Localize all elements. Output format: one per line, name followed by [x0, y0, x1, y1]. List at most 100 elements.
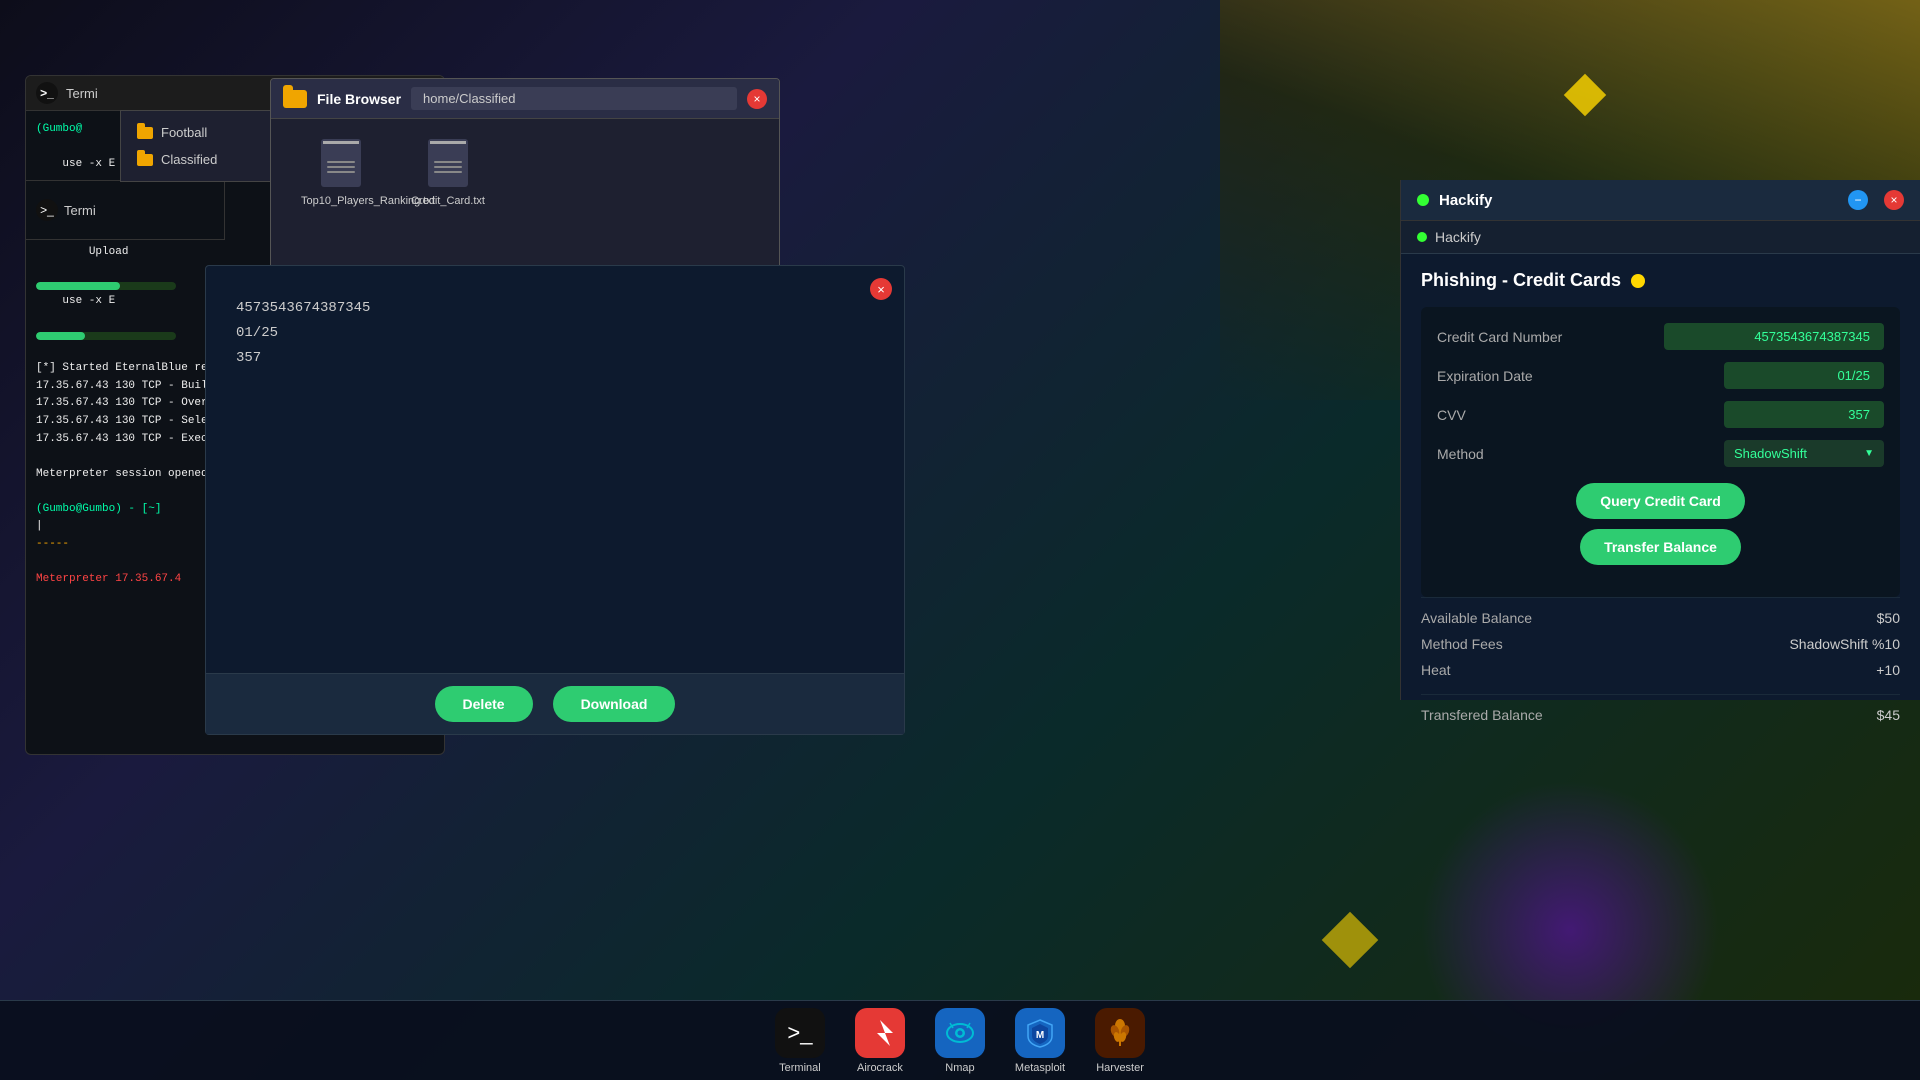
- terminal-icon: >_: [36, 82, 58, 104]
- hackify-nav-label: Hackify: [1435, 229, 1481, 245]
- meterpreter-label: Meterpreter 17.35.67.4: [36, 573, 181, 585]
- cc-method-label: Method: [1437, 446, 1484, 462]
- file-item-players[interactable]: Top10_Players_Ranking.txt: [301, 139, 381, 207]
- file-doc-icon: [321, 139, 361, 187]
- folder-icon: [137, 127, 153, 139]
- cc-action-buttons: Query Credit Card Transfer Balance: [1437, 483, 1884, 565]
- hackify-minimize-button[interactable]: −: [1848, 190, 1868, 210]
- transferred-value: $45: [1877, 707, 1900, 723]
- file-name-cc: Credit_Card.txt: [411, 195, 485, 207]
- folder-icon: [137, 154, 153, 166]
- nmap-icon-svg: [945, 1018, 975, 1048]
- file-doc-icon-cc: [428, 139, 468, 187]
- file-browser-window: File Browser home/Classified × Top10_Pla…: [270, 78, 780, 278]
- file-viewer-content: 4573543674387345 01/25 357: [206, 266, 904, 673]
- taskbar-airocrack[interactable]: Airocrack: [855, 1008, 905, 1074]
- taskbar-terminal[interactable]: >_ Terminal: [775, 1008, 825, 1074]
- transfer-balance-button[interactable]: Transfer Balance: [1580, 529, 1741, 565]
- airocrack-taskbar-icon: [855, 1008, 905, 1058]
- method-fees-value: ShadowShift %10: [1789, 636, 1900, 652]
- upload-bar-1: [36, 282, 176, 290]
- hackify-status-dot: [1417, 194, 1429, 206]
- hackify-close-button[interactable]: ×: [1884, 190, 1904, 210]
- available-balance-label: Available Balance: [1421, 610, 1532, 626]
- heat-row: Heat +10: [1421, 662, 1900, 678]
- file-browser-title: File Browser: [317, 91, 401, 107]
- diamond-icon-bottom: [1322, 912, 1379, 969]
- taskbar-metasploit-label: Metasploit: [1015, 1062, 1065, 1074]
- cc-number-row: Credit Card Number 4573543674387345: [1437, 323, 1884, 350]
- taskbar-harvester-label: Harvester: [1096, 1062, 1144, 1074]
- phishing-title-row: Phishing - Credit Cards: [1421, 270, 1900, 291]
- file-name-players: Top10_Players_Ranking.txt: [301, 195, 381, 207]
- file-browser-close[interactable]: ×: [747, 89, 767, 109]
- file-content-line1: 4573543674387345: [236, 296, 874, 321]
- hackify-header: Hackify − ×: [1401, 180, 1920, 221]
- download-button[interactable]: Download: [553, 686, 676, 722]
- file-browser-path: home/Classified: [411, 87, 737, 110]
- airocrack-icon-svg: [865, 1018, 895, 1048]
- taskbar-nmap[interactable]: Nmap: [935, 1008, 985, 1074]
- taskbar-airocrack-label: Airocrack: [857, 1062, 903, 1074]
- hackify-header-label: Hackify: [1439, 192, 1492, 209]
- file-content-line2: 01/25: [236, 321, 874, 346]
- available-balance-value: $50: [1877, 610, 1900, 626]
- cc-number-value: 4573543674387345: [1664, 323, 1884, 350]
- file-viewer-footer: Delete Download: [206, 673, 904, 734]
- harvester-taskbar-icon: [1095, 1008, 1145, 1058]
- method-fees-row: Method Fees ShadowShift %10: [1421, 636, 1900, 652]
- query-credit-card-button[interactable]: Query Credit Card: [1576, 483, 1745, 519]
- file-item-credit-card[interactable]: Credit_Card.txt: [411, 139, 485, 207]
- file-viewer-modal: × 4573543674387345 01/25 357 Delete Down…: [205, 265, 905, 735]
- cc-number-label: Credit Card Number: [1437, 329, 1562, 345]
- file-sidebar: Football Classified: [120, 110, 280, 182]
- metasploit-icon-svg: M: [1025, 1018, 1055, 1048]
- cc-expiry-label: Expiration Date: [1437, 368, 1533, 384]
- cc-form: Credit Card Number 4573543674387345 Expi…: [1421, 307, 1900, 597]
- file-browser-content: Top10_Players_Ranking.txt Credit_Card.tx…: [271, 119, 779, 227]
- phishing-status-dot: [1631, 274, 1645, 288]
- file-content-line3: 357: [236, 346, 874, 371]
- cc-method-value: ShadowShift: [1734, 446, 1807, 461]
- metasploit-taskbar-icon: M: [1015, 1008, 1065, 1058]
- cc-cvv-value: 357: [1724, 401, 1884, 428]
- svg-text:M: M: [1036, 1030, 1044, 1041]
- file-browser-titlebar: File Browser home/Classified ×: [271, 79, 779, 119]
- taskbar: >_ Terminal Airocrack Nmap: [0, 1000, 1920, 1080]
- harvester-icon-svg: [1105, 1018, 1135, 1048]
- sidebar-item-football[interactable]: Football: [121, 119, 279, 146]
- nmap-taskbar-icon: [935, 1008, 985, 1058]
- terminal-taskbar-icon: >_: [775, 1008, 825, 1058]
- transferred-balance-row: Transfered Balance $45: [1421, 694, 1900, 723]
- file-viewer-close-button[interactable]: ×: [870, 278, 892, 300]
- cc-info-rows: Available Balance $50 Method Fees Shadow…: [1421, 597, 1900, 745]
- cc-method-dropdown[interactable]: ShadowShift ▼: [1724, 440, 1884, 467]
- method-fees-label: Method Fees: [1421, 636, 1503, 652]
- taskbar-harvester[interactable]: Harvester: [1095, 1008, 1145, 1074]
- hackify-nav: Hackify: [1401, 221, 1920, 254]
- delete-button[interactable]: Delete: [435, 686, 533, 722]
- heat-value: +10: [1876, 662, 1900, 678]
- cc-cvv-label: CVV: [1437, 407, 1466, 423]
- phishing-title: Phishing - Credit Cards: [1421, 270, 1621, 291]
- terminal2-window: >_ Termi: [25, 180, 225, 240]
- cc-expiry-value: 01/25: [1724, 362, 1884, 389]
- taskbar-terminal-label: Terminal: [779, 1062, 821, 1074]
- cc-expiry-row: Expiration Date 01/25: [1437, 362, 1884, 389]
- sidebar-item-classified[interactable]: Classified: [121, 146, 279, 173]
- hackify-panel: Hackify − × Hackify Phishing - Credit Ca…: [1400, 180, 1920, 700]
- hackify-nav-dot: [1417, 232, 1427, 242]
- taskbar-metasploit[interactable]: M Metasploit: [1015, 1008, 1065, 1074]
- cc-method-row: Method ShadowShift ▼: [1437, 440, 1884, 467]
- terminal2-title: Termi: [64, 203, 96, 218]
- transferred-label: Transfered Balance: [1421, 707, 1543, 723]
- chevron-down-icon: ▼: [1864, 448, 1874, 459]
- heat-label: Heat: [1421, 662, 1451, 678]
- phishing-panel: Phishing - Credit Cards Credit Card Numb…: [1401, 254, 1920, 761]
- folder-icon-lg: [283, 90, 307, 108]
- terminal2-icon: >_: [36, 199, 58, 221]
- available-balance-row: Available Balance $50: [1421, 610, 1900, 626]
- cc-cvv-row: CVV 357: [1437, 401, 1884, 428]
- upload-bar-2: [36, 332, 176, 340]
- terminal-title-label: Termi: [66, 86, 98, 101]
